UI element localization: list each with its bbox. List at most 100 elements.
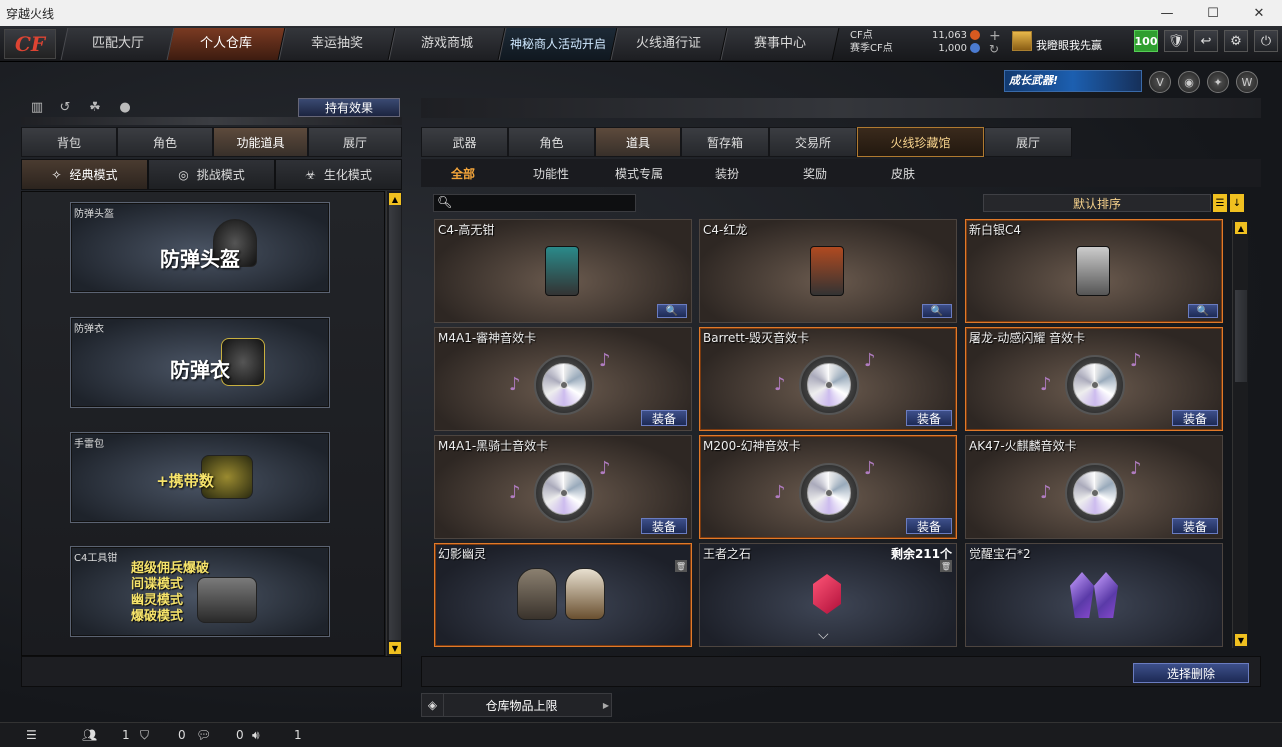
slot-grenade-pack[interactable]: 手雷包 +携带数 [70, 432, 330, 523]
tab-items[interactable]: 道具 [595, 127, 681, 157]
chart-icon[interactable]: ▥ [28, 100, 46, 118]
minimize-button[interactable]: — [1144, 0, 1190, 26]
chevron-down-icon[interactable]: ⌵ [818, 627, 829, 643]
tab-backpack[interactable]: 背包 [21, 127, 117, 157]
subtab-skins[interactable]: 皮肤 [891, 165, 915, 182]
back-icon[interactable]: ↩ [1194, 30, 1218, 52]
scroll-up-icon[interactable]: ▲ [389, 193, 401, 205]
subtab-all[interactable]: 全部 [451, 165, 475, 182]
item-card[interactable]: M4A1-黑骑士音效卡 ♪ ♪ 装备 [434, 435, 692, 539]
tab-characters[interactable]: 角色 [508, 127, 595, 157]
item-card[interactable]: 屠龙-动感闪耀 音效卡 ♪ ♪ 装备 [965, 327, 1223, 431]
cf-value: 11,063 [932, 30, 967, 41]
warehouse-capacity-button[interactable]: ◈ 仓库物品上限 ▶ [421, 693, 612, 717]
tab-character[interactable]: 角色 [117, 127, 213, 157]
item-card[interactable]: C4-高无钳 🔍 [434, 219, 692, 323]
trash-icon[interactable]: 🗑 [675, 560, 687, 572]
scroll-thumb[interactable] [389, 205, 401, 640]
slot-c4-pliers[interactable]: C4工具钳 超级佣兵爆破 间谍模式 幽灵模式 爆破模式 [70, 546, 330, 637]
slot-helmet[interactable]: 防弹头盔 防弹头盔 [70, 202, 330, 293]
equip-button[interactable]: 装备 [1172, 518, 1218, 534]
tab-exchange[interactable]: 交易所 [769, 127, 857, 157]
mode-challenge[interactable]: ◎ 挑战模式 [148, 159, 275, 190]
scroll-up-icon[interactable]: ▲ [1235, 222, 1247, 234]
menu-icon[interactable]: ☰ [26, 728, 37, 742]
nav-tab-match-lobby[interactable]: 匹配大厅 [60, 28, 176, 60]
star-icon[interactable]: ✦ [1207, 71, 1229, 93]
friends-icon[interactable]: 👥︎ [82, 728, 97, 742]
scroll-thumb[interactable] [1235, 290, 1247, 382]
item-card[interactable]: 新白银C4 🔍 [965, 219, 1223, 323]
left-scrollbar[interactable]: ▲ ▼ [386, 191, 402, 656]
select-delete-button[interactable]: 选择删除 [1133, 663, 1249, 683]
nav-tab-lottery[interactable]: 幸运抽奖 [278, 28, 396, 60]
cf-logo[interactable]: CF [4, 29, 56, 59]
item-card[interactable]: M200-幻神音效卡 ♪ ♪ 装备 [699, 435, 957, 539]
tab-storage[interactable]: 暂存箱 [681, 127, 769, 157]
nav-tab-warehouse[interactable]: 个人仓库 [166, 28, 286, 60]
equip-button[interactable]: 装备 [641, 410, 687, 426]
nav-tab-mystery-merchant[interactable]: 神秘商人活动开启 [498, 28, 618, 60]
subtab-cosmetic[interactable]: 装扮 [715, 165, 739, 182]
search-input[interactable]: 🔍︎ [433, 194, 636, 212]
subtab-rewards[interactable]: 奖励 [803, 165, 827, 182]
classic-mode-icon: ✧ [51, 167, 62, 182]
right-header-bar [421, 98, 1261, 118]
tab-right-showroom[interactable]: 展厅 [984, 127, 1072, 157]
inspect-button[interactable]: 🔍 [1188, 304, 1218, 318]
close-button[interactable]: ✕ [1236, 0, 1282, 26]
w-badge-icon[interactable]: W [1236, 71, 1258, 93]
runner-icon[interactable]: ☘ [86, 100, 104, 118]
maximize-button[interactable]: ☐ [1190, 0, 1236, 26]
sort-select[interactable]: 默认排序 [983, 194, 1211, 212]
layers-icon: ◈ [422, 694, 444, 716]
equip-button[interactable]: 装备 [906, 518, 952, 534]
badge-v-icon[interactable]: V [1149, 71, 1171, 93]
refresh-icon[interactable]: ↻ [989, 42, 999, 56]
volume-icon[interactable]: 🔊︎ [252, 728, 260, 743]
inspect-button[interactable]: 🔍 [657, 304, 687, 318]
left-footer [21, 656, 402, 687]
growth-weapon-banner[interactable]: 成长武器! [1004, 70, 1142, 92]
equip-button[interactable]: 装备 [906, 410, 952, 426]
power-icon[interactable]: ⏻ [1254, 30, 1278, 52]
tab-function-items[interactable]: 功能道具 [213, 127, 308, 157]
right-scrollbar[interactable]: ▲ ▼ [1232, 220, 1248, 648]
scroll-down-icon[interactable]: ▼ [389, 642, 401, 654]
c4-icon [810, 246, 844, 296]
chat-icon[interactable]: 💬︎ [196, 728, 211, 742]
guild-shield-icon[interactable]: ⛉ [140, 728, 149, 743]
item-card[interactable]: 觉醒宝石*2 [965, 543, 1223, 647]
friends-count: 1 [122, 728, 130, 742]
trash-icon[interactable]: 🗑 [940, 560, 952, 572]
tab-showroom[interactable]: 展厅 [308, 127, 402, 157]
subtab-mode-exclusive[interactable]: 模式专属 [615, 165, 663, 182]
holding-effect-button[interactable]: 持有效果 [298, 98, 400, 117]
equip-button[interactable]: 装备 [641, 518, 687, 534]
scroll-down-icon[interactable]: ▼ [1235, 634, 1247, 646]
shield-icon[interactable]: 🛡 [1164, 30, 1188, 52]
item-card[interactable]: AK47-火麒麟音效卡 ♪ ♪ 装备 [965, 435, 1223, 539]
nav-tab-pass[interactable]: 火线通行证 [610, 28, 728, 60]
tab-weapons[interactable]: 武器 [421, 127, 508, 157]
equip-button[interactable]: 装备 [1172, 410, 1218, 426]
gear-icon[interactable]: ⚙ [1224, 30, 1248, 52]
sort-direction-icon[interactable]: ↓ [1230, 194, 1244, 212]
subtab-functional[interactable]: 功能性 [533, 165, 569, 182]
mode-classic[interactable]: ✧ 经典模式 [21, 159, 148, 190]
item-card[interactable]: Barrett-毁灭音效卡 ♪ ♪ 装备 [699, 327, 957, 431]
item-card[interactable]: 幻影幽灵 🗑 [434, 543, 692, 647]
nav-tab-events[interactable]: 赛事中心 [720, 28, 840, 60]
nav-tab-shop[interactable]: 游戏商城 [388, 28, 506, 60]
avatar[interactable] [1012, 31, 1032, 51]
globe-icon[interactable]: ◉ [1178, 71, 1200, 93]
item-card[interactable]: C4-红龙 🔍 [699, 219, 957, 323]
bag-icon[interactable]: ● [116, 100, 134, 118]
list-view-icon[interactable]: ☰ [1213, 194, 1227, 212]
history-icon[interactable]: ↺ [56, 100, 74, 118]
tab-collection[interactable]: 火线珍藏馆 [857, 127, 984, 157]
mode-zombie[interactable]: ☣ 生化模式 [275, 159, 402, 190]
item-card[interactable]: M4A1-審神音效卡 ♪ ♪ 装备 [434, 327, 692, 431]
inspect-button[interactable]: 🔍 [922, 304, 952, 318]
slot-armor[interactable]: 防弹衣 防弹衣 [70, 317, 330, 408]
